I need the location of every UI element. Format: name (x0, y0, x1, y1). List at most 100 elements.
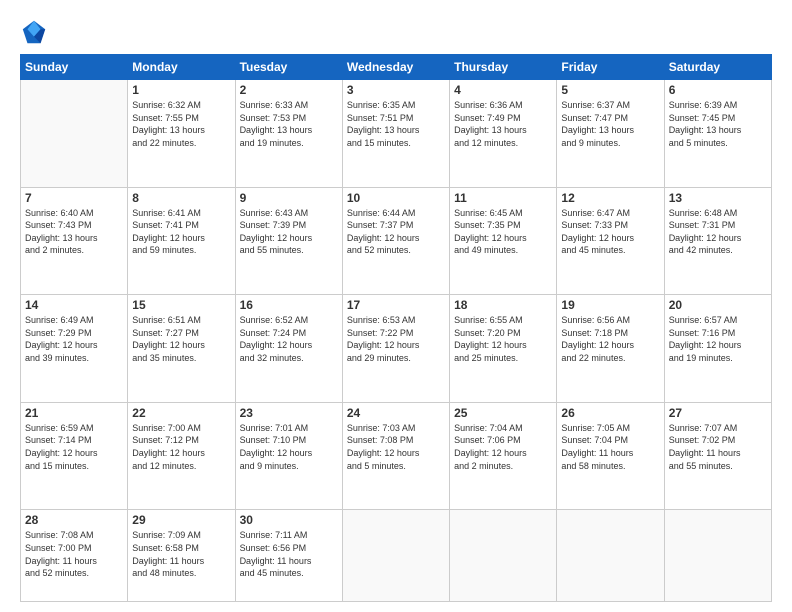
day-info: Sunrise: 6:55 AM Sunset: 7:20 PM Dayligh… (454, 314, 552, 364)
day-number: 12 (561, 191, 659, 205)
day-info: Sunrise: 6:53 AM Sunset: 7:22 PM Dayligh… (347, 314, 445, 364)
day-info: Sunrise: 7:07 AM Sunset: 7:02 PM Dayligh… (669, 422, 767, 472)
weekday-header-sunday: Sunday (21, 55, 128, 80)
day-info: Sunrise: 6:41 AM Sunset: 7:41 PM Dayligh… (132, 207, 230, 257)
calendar-cell: 2Sunrise: 6:33 AM Sunset: 7:53 PM Daylig… (235, 80, 342, 188)
calendar-cell: 26 Sunrise: 7:05 AM Sunset: 7:04 PM Dayli… (557, 402, 664, 510)
day-info: Sunrise: 7:08 AM Sunset: 7:00 PM Dayligh… (25, 529, 123, 579)
day-info: Sunrise: 6:49 AM Sunset: 7:29 PM Dayligh… (25, 314, 123, 364)
day-info: Sunrise: 6:37 AM Sunset: 7:47 PM Dayligh… (561, 99, 659, 149)
day-number: 26 (561, 406, 659, 420)
day-number: 16 (240, 298, 338, 312)
logo-icon (20, 18, 48, 46)
day-number: 3 (347, 83, 445, 97)
day-info: Sunrise: 7:09 AM Sunset: 6:58 PM Dayligh… (132, 529, 230, 579)
calendar-cell: 12 Sunrise: 6:47 AM Sunset: 7:33 PM Dayli… (557, 187, 664, 295)
day-info: Sunrise: 6:43 AM Sunset: 7:39 PM Dayligh… (240, 207, 338, 257)
day-number: 28 (25, 513, 123, 527)
calendar-cell (21, 80, 128, 188)
calendar-cell: 7 Sunrise: 6:40 AM Sunset: 7:43 PM Daylig… (21, 187, 128, 295)
calendar-cell: 16 Sunrise: 6:52 AM Sunset: 7:24 PM Dayli… (235, 295, 342, 403)
day-info: Sunrise: 6:39 AM Sunset: 7:45 PM Dayligh… (669, 99, 767, 149)
calendar-cell: 10 Sunrise: 6:44 AM Sunset: 7:37 PM Dayli… (342, 187, 449, 295)
calendar-cell: 29 Sunrise: 7:09 AM Sunset: 6:58 PM Dayli… (128, 510, 235, 602)
calendar-cell: 25Sunrise: 7:04 AM Sunset: 7:06 PM Dayli… (450, 402, 557, 510)
page-header (20, 18, 772, 46)
weekday-header-wednesday: Wednesday (342, 55, 449, 80)
calendar-cell: 19Sunrise: 6:56 AM Sunset: 7:18 PM Dayli… (557, 295, 664, 403)
day-info: Sunrise: 6:51 AM Sunset: 7:27 PM Dayligh… (132, 314, 230, 364)
day-number: 8 (132, 191, 230, 205)
calendar-cell: 5 Sunrise: 6:37 AM Sunset: 7:47 PM Daylig… (557, 80, 664, 188)
calendar-cell: 18 Sunrise: 6:55 AM Sunset: 7:20 PM Dayli… (450, 295, 557, 403)
day-info: Sunrise: 6:57 AM Sunset: 7:16 PM Dayligh… (669, 314, 767, 364)
calendar-cell: 6Sunrise: 6:39 AM Sunset: 7:45 PM Daylig… (664, 80, 771, 188)
weekday-header-saturday: Saturday (664, 55, 771, 80)
calendar-cell: 27 Sunrise: 7:07 AM Sunset: 7:02 PM Dayli… (664, 402, 771, 510)
day-number: 29 (132, 513, 230, 527)
day-number: 10 (347, 191, 445, 205)
day-number: 23 (240, 406, 338, 420)
calendar-cell: 13 Sunrise: 6:48 AM Sunset: 7:31 PM Dayli… (664, 187, 771, 295)
day-info: Sunrise: 6:59 AM Sunset: 7:14 PM Dayligh… (25, 422, 123, 472)
day-number: 19 (561, 298, 659, 312)
calendar-cell: 23Sunrise: 7:01 AM Sunset: 7:10 PM Dayli… (235, 402, 342, 510)
day-info: Sunrise: 6:45 AM Sunset: 7:35 PM Dayligh… (454, 207, 552, 257)
day-number: 17 (347, 298, 445, 312)
day-number: 27 (669, 406, 767, 420)
calendar-cell (450, 510, 557, 602)
day-number: 18 (454, 298, 552, 312)
weekday-header-friday: Friday (557, 55, 664, 80)
week-row-3: 21 Sunrise: 6:59 AM Sunset: 7:14 PM Dayli… (21, 402, 772, 510)
calendar-cell: 22 Sunrise: 7:00 AM Sunset: 7:12 PM Dayli… (128, 402, 235, 510)
week-row-2: 14Sunrise: 6:49 AM Sunset: 7:29 PM Dayli… (21, 295, 772, 403)
day-number: 1 (132, 83, 230, 97)
calendar-cell: 28 Sunrise: 7:08 AM Sunset: 7:00 PM Dayli… (21, 510, 128, 602)
day-number: 15 (132, 298, 230, 312)
calendar-cell: 3 Sunrise: 6:35 AM Sunset: 7:51 PM Daylig… (342, 80, 449, 188)
day-info: Sunrise: 6:32 AM Sunset: 7:55 PM Dayligh… (132, 99, 230, 149)
day-number: 7 (25, 191, 123, 205)
calendar-cell: 8 Sunrise: 6:41 AM Sunset: 7:41 PM Daylig… (128, 187, 235, 295)
day-number: 4 (454, 83, 552, 97)
day-info: Sunrise: 6:33 AM Sunset: 7:53 PM Dayligh… (240, 99, 338, 149)
calendar-cell: 17 Sunrise: 6:53 AM Sunset: 7:22 PM Dayli… (342, 295, 449, 403)
day-number: 21 (25, 406, 123, 420)
weekday-header-thursday: Thursday (450, 55, 557, 80)
calendar-cell: 30 Sunrise: 7:11 AM Sunset: 6:56 PM Dayli… (235, 510, 342, 602)
day-number: 22 (132, 406, 230, 420)
day-info: Sunrise: 7:03 AM Sunset: 7:08 PM Dayligh… (347, 422, 445, 472)
calendar-cell: 4 Sunrise: 6:36 AM Sunset: 7:49 PM Daylig… (450, 80, 557, 188)
day-info: Sunrise: 6:40 AM Sunset: 7:43 PM Dayligh… (25, 207, 123, 257)
calendar-cell: 15 Sunrise: 6:51 AM Sunset: 7:27 PM Dayli… (128, 295, 235, 403)
calendar-cell: 14Sunrise: 6:49 AM Sunset: 7:29 PM Dayli… (21, 295, 128, 403)
calendar-cell: 24 Sunrise: 7:03 AM Sunset: 7:08 PM Dayli… (342, 402, 449, 510)
day-info: Sunrise: 6:35 AM Sunset: 7:51 PM Dayligh… (347, 99, 445, 149)
calendar-cell: 9 Sunrise: 6:43 AM Sunset: 7:39 PM Daylig… (235, 187, 342, 295)
day-info: Sunrise: 6:48 AM Sunset: 7:31 PM Dayligh… (669, 207, 767, 257)
day-number: 30 (240, 513, 338, 527)
day-info: Sunrise: 7:00 AM Sunset: 7:12 PM Dayligh… (132, 422, 230, 472)
weekday-header-row: SundayMondayTuesdayWednesdayThursdayFrid… (21, 55, 772, 80)
day-info: Sunrise: 7:05 AM Sunset: 7:04 PM Dayligh… (561, 422, 659, 472)
calendar: SundayMondayTuesdayWednesdayThursdayFrid… (20, 54, 772, 602)
weekday-header-monday: Monday (128, 55, 235, 80)
day-number: 13 (669, 191, 767, 205)
calendar-cell: 20Sunrise: 6:57 AM Sunset: 7:16 PM Dayli… (664, 295, 771, 403)
day-number: 5 (561, 83, 659, 97)
day-info: Sunrise: 6:44 AM Sunset: 7:37 PM Dayligh… (347, 207, 445, 257)
logo (20, 18, 54, 46)
day-info: Sunrise: 6:36 AM Sunset: 7:49 PM Dayligh… (454, 99, 552, 149)
day-info: Sunrise: 6:47 AM Sunset: 7:33 PM Dayligh… (561, 207, 659, 257)
calendar-cell (664, 510, 771, 602)
day-info: Sunrise: 6:52 AM Sunset: 7:24 PM Dayligh… (240, 314, 338, 364)
day-number: 9 (240, 191, 338, 205)
day-number: 25 (454, 406, 552, 420)
weekday-header-tuesday: Tuesday (235, 55, 342, 80)
day-number: 11 (454, 191, 552, 205)
calendar-cell (557, 510, 664, 602)
day-info: Sunrise: 7:11 AM Sunset: 6:56 PM Dayligh… (240, 529, 338, 579)
week-row-4: 28 Sunrise: 7:08 AM Sunset: 7:00 PM Dayli… (21, 510, 772, 602)
day-number: 24 (347, 406, 445, 420)
calendar-cell: 1 Sunrise: 6:32 AM Sunset: 7:55 PM Daylig… (128, 80, 235, 188)
